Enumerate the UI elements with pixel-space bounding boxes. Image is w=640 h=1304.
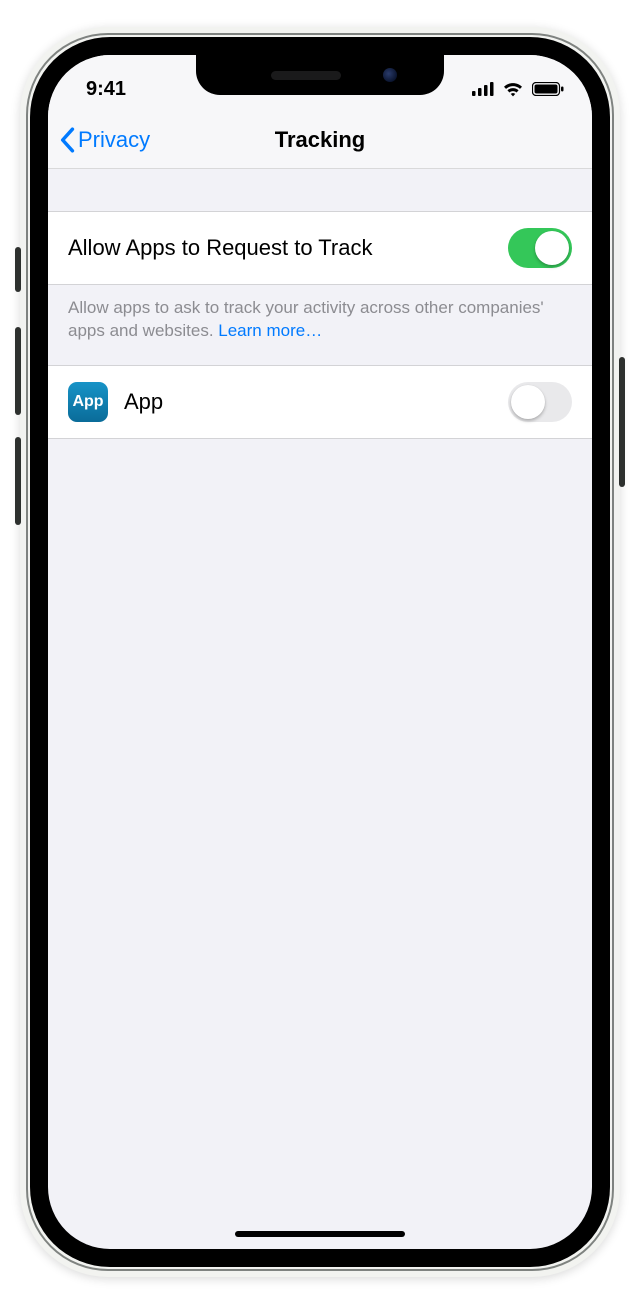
app-tracking-toggle[interactable] — [508, 382, 572, 422]
cellular-icon — [472, 82, 494, 96]
app-name: App — [124, 389, 163, 415]
back-label: Privacy — [78, 127, 150, 153]
nav-bar: Privacy Tracking — [48, 111, 592, 169]
side-button-power — [619, 357, 625, 487]
device-notch — [196, 55, 444, 95]
page-title: Tracking — [275, 127, 365, 153]
status-time: 9:41 — [82, 72, 126, 101]
status-icons — [472, 75, 564, 97]
chevron-left-icon — [58, 127, 76, 153]
screen: 9:41 — [48, 55, 592, 1249]
app-row: App App — [48, 365, 592, 439]
learn-more-link[interactable]: Learn more… — [218, 321, 322, 340]
battery-icon — [532, 82, 564, 96]
allow-tracking-label: Allow Apps to Request to Track — [68, 235, 373, 261]
allow-tracking-footer: Allow apps to ask to track your activity… — [48, 285, 592, 365]
allow-tracking-toggle[interactable] — [508, 228, 572, 268]
back-button[interactable]: Privacy — [58, 126, 150, 153]
wifi-icon — [502, 81, 524, 97]
front-camera — [383, 68, 397, 82]
side-button-volume-up — [15, 327, 21, 415]
side-button-volume-down — [15, 437, 21, 525]
home-indicator[interactable] — [235, 1231, 405, 1237]
side-button-silence — [15, 247, 21, 292]
app-icon-text: App — [72, 393, 103, 411]
content-area: Allow Apps to Request to Track Allow app… — [48, 169, 592, 439]
allow-tracking-row: Allow Apps to Request to Track — [48, 211, 592, 285]
app-icon: App — [68, 382, 108, 422]
device-frame: 9:41 — [20, 27, 620, 1277]
speaker-grille — [271, 71, 341, 80]
device-bezel: 9:41 — [30, 37, 610, 1267]
